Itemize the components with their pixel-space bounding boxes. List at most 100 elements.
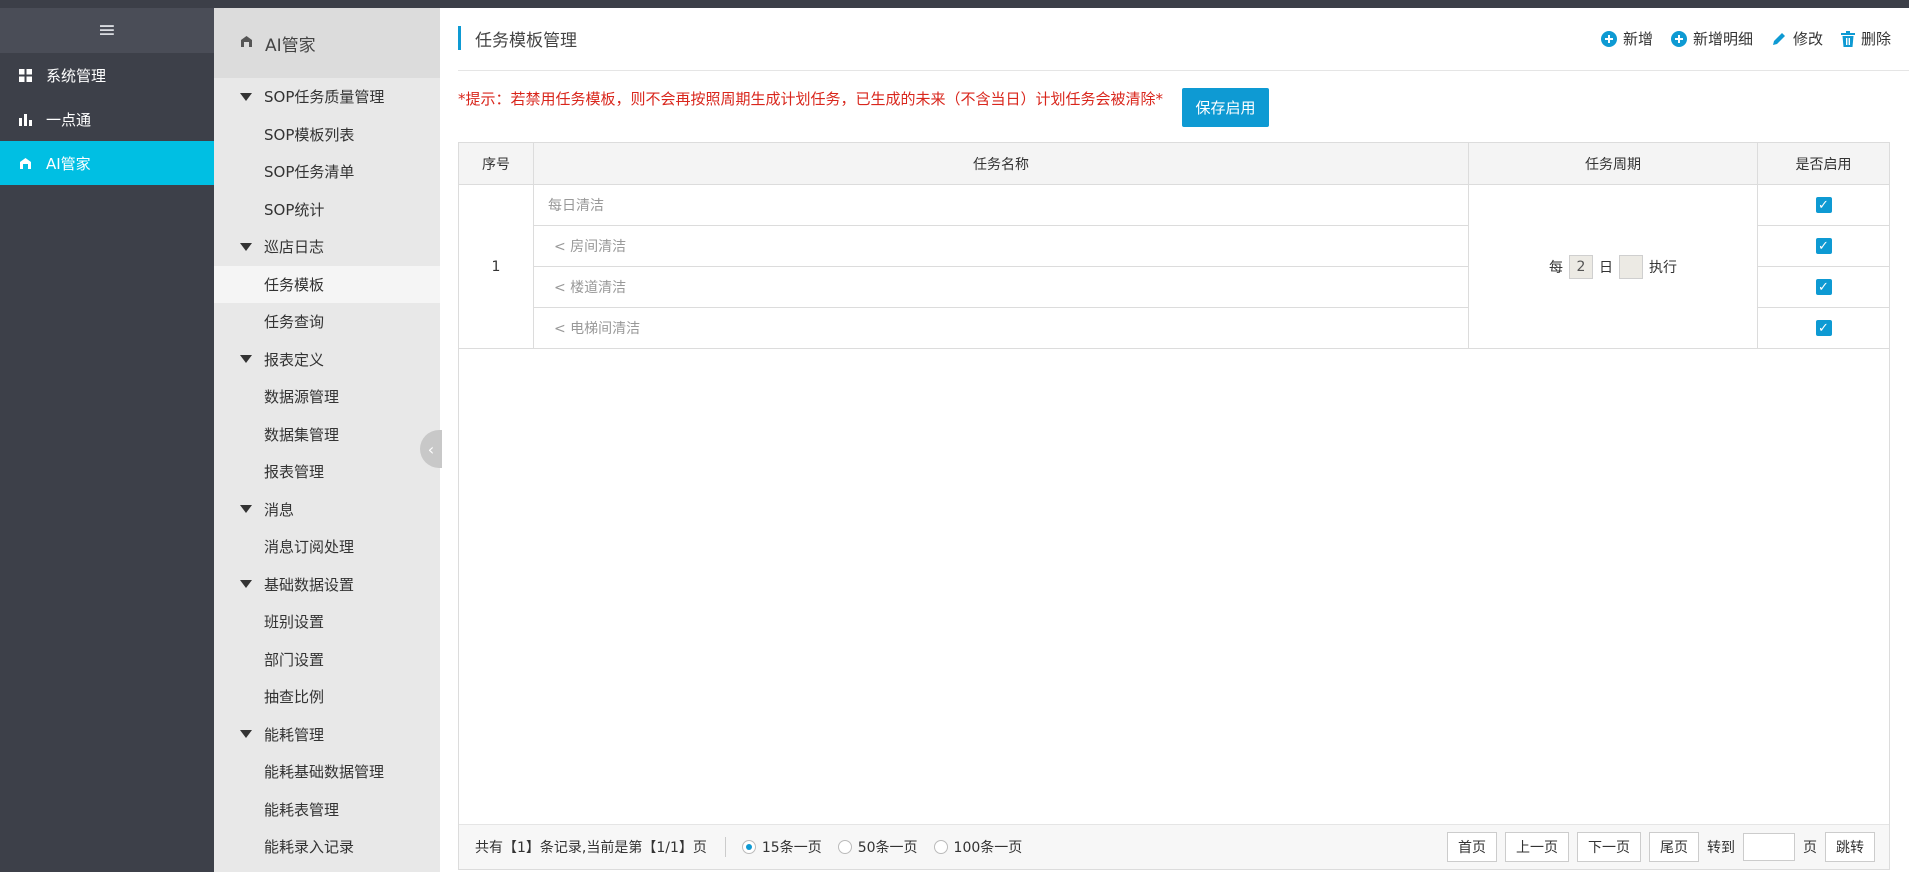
butler-icon (240, 33, 253, 53)
enabled-cell: ✓ (1757, 225, 1889, 267)
sub-menu: AI管家 SOP任务质量管理 SOP模板列表 SOP任务清单 SOP统计 巡店日… (214, 8, 440, 872)
radio-selected-icon (741, 840, 756, 854)
edit-button-label: 修改 (1792, 30, 1823, 48)
menu-item-message-subscribe[interactable]: 消息订阅处理 (214, 528, 440, 566)
nav-item-label: 系统管理 (46, 66, 107, 85)
nav-item-system[interactable]: 系统管理 (0, 53, 214, 97)
menu-item-sop-task-list[interactable]: SOP任务清单 (214, 153, 440, 191)
table-row[interactable]: 1 每日清洁 每 2 日 执行 ✓ (459, 184, 1889, 349)
nav-item-ai-butler[interactable]: AI管家 (0, 141, 214, 185)
save-enable-button[interactable]: 保存启用 (1182, 88, 1269, 127)
main-content: 任务模板管理 新增 新增明细 修改 删除 *提示：若禁用任务模板，则不会再按照周… (440, 8, 1909, 872)
menu-item-datasource[interactable]: 数据源管理 (214, 378, 440, 416)
menu-item-report[interactable]: 报表管理 (214, 453, 440, 491)
goto-label: 转到 (1707, 840, 1735, 856)
cycle-prefix: 每 (1549, 259, 1563, 276)
menu-item-energy-records[interactable]: 能耗录入记录 (214, 828, 440, 866)
menu-group-message[interactable]: 消息 (214, 491, 440, 529)
butler-icon (18, 156, 32, 170)
top-bar (0, 0, 1909, 8)
edit-button[interactable]: 修改 (1771, 28, 1823, 49)
triangle-down-icon (240, 355, 252, 364)
menu-item-sop-template-list[interactable]: SOP模板列表 (214, 116, 440, 154)
task-template-table: 序号 任务名称 任务周期 是否启用 1 每日清洁 每 2 日 执行 ✓ < 房间… (459, 143, 1889, 349)
menu-group-label: 消息 (264, 500, 295, 519)
triangle-down-icon (240, 505, 252, 514)
bar-chart-icon (18, 112, 32, 126)
add-button-label: 新增 (1622, 30, 1653, 48)
column-header-enabled: 是否启用 (1757, 143, 1889, 185)
page-size-100[interactable]: 100条一页 (933, 837, 1023, 857)
nav-item-label: 一点通 (46, 110, 92, 129)
menu-item-task-template[interactable]: 任务模板 (214, 265, 440, 303)
prev-page-button[interactable]: 上一页 (1505, 832, 1569, 862)
menu-item-sop-stats[interactable]: SOP统计 (214, 191, 440, 229)
add-button[interactable]: 新增 (1600, 28, 1653, 49)
delete-button-label: 删除 (1860, 30, 1891, 48)
enabled-checkbox[interactable]: ✓ (1815, 320, 1832, 337)
row-seq: 1 (459, 184, 534, 349)
page-unit-label: 页 (1803, 840, 1817, 856)
menu-group-patrol-log[interactable]: 巡店日志 (214, 228, 440, 266)
column-header-cycle: 任务周期 (1468, 143, 1758, 185)
menu-group-basic-data[interactable]: 基础数据设置 (214, 566, 440, 604)
page-title: 任务模板管理 (475, 30, 577, 51)
menu-group-label: SOP任务质量管理 (264, 88, 385, 107)
enabled-cell: ✓ (1757, 307, 1889, 349)
triangle-down-icon (240, 242, 252, 251)
title-accent-bar (458, 26, 461, 50)
cycle-value-input[interactable]: 2 (1569, 254, 1593, 279)
cycle-exec-label: 执行 (1649, 259, 1677, 276)
menu-item-task-query[interactable]: 任务查询 (214, 303, 440, 341)
header-divider (458, 70, 1909, 71)
first-page-button[interactable]: 首页 (1447, 832, 1497, 862)
menu-group-energy[interactable]: 能耗管理 (214, 716, 440, 754)
menu-item-energy-basic[interactable]: 能耗基础数据管理 (214, 753, 440, 791)
menu-item-department[interactable]: 部门设置 (214, 641, 440, 679)
triangle-down-icon (240, 92, 252, 101)
nav-item-yidiantong[interactable]: 一点通 (0, 97, 214, 141)
triangle-down-icon (240, 580, 252, 589)
delete-button[interactable]: 删除 (1840, 28, 1891, 49)
menu-item-energy-meter[interactable]: 能耗表管理 (214, 791, 440, 829)
triangle-down-icon (240, 730, 252, 739)
enabled-checkbox[interactable]: ✓ (1815, 197, 1832, 214)
column-header-name: 任务名称 (533, 143, 1469, 185)
next-page-button[interactable]: 下一页 (1577, 832, 1641, 862)
page-number-input[interactable] (1743, 833, 1795, 861)
menu-item-sampling[interactable]: 抽查比例 (214, 678, 440, 716)
add-detail-button[interactable]: 新增明细 (1670, 28, 1753, 49)
task-template-grid: 序号 任务名称 任务周期 是否启用 1 每日清洁 每 2 日 执行 ✓ < 房间… (458, 142, 1890, 870)
task-cycle: 每 2 日 执行 (1549, 254, 1677, 279)
trash-icon (1840, 30, 1855, 47)
menu-group-label: 报表定义 (264, 350, 325, 369)
last-page-button[interactable]: 尾页 (1649, 832, 1699, 862)
task-name-child: < 房间清洁 (533, 225, 1469, 267)
page-size-15[interactable]: 15条一页 (741, 837, 822, 857)
enabled-checkbox[interactable]: ✓ (1815, 279, 1832, 296)
page-size-label: 100条一页 (953, 840, 1023, 856)
page-header: 任务模板管理 (458, 26, 577, 51)
enabled-checkbox[interactable]: ✓ (1815, 238, 1832, 255)
record-info: 共有【1】条记录,当前是第【1/1】页 (459, 837, 726, 857)
menu-group-label: 基础数据设置 (264, 575, 355, 594)
page-size-label: 15条一页 (761, 840, 822, 856)
enabled-cell: ✓ (1757, 184, 1889, 226)
pencil-icon (1772, 32, 1785, 45)
menu-group-sop[interactable]: SOP任务质量管理 (214, 78, 440, 116)
column-header-seq: 序号 (459, 143, 534, 185)
toolbar: 新增 新增明细 修改 删除 (1600, 28, 1891, 49)
plus-circle-icon (1600, 30, 1617, 47)
menu-item-dataset[interactable]: 数据集管理 (214, 416, 440, 454)
pagination-bar: 共有【1】条记录,当前是第【1/1】页 15条一页 50条一页 100条一页 首… (459, 824, 1889, 869)
cycle-extra-input[interactable] (1619, 254, 1643, 279)
jump-button[interactable]: 跳转 (1825, 832, 1875, 862)
menu-item-shift[interactable]: 班别设置 (214, 603, 440, 641)
page-size-50[interactable]: 50条一页 (837, 837, 918, 857)
pager-controls: 首页 上一页 下一页 尾页 转到 页 跳转 (1447, 832, 1889, 862)
menu-group-label: 能耗管理 (264, 725, 325, 744)
sub-menu-title: AI管家 (265, 35, 316, 56)
radio-icon (837, 840, 852, 854)
menu-toggle-icon[interactable]: ≡ (0, 8, 214, 53)
menu-group-report-def[interactable]: 报表定义 (214, 341, 440, 379)
